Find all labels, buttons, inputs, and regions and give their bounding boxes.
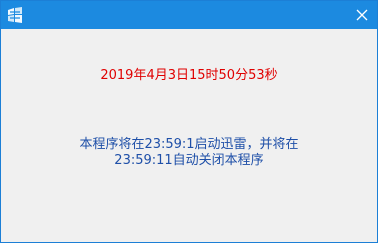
app-window: 2019年4月3日15时50分53秒 本程序将在23:59:1启动迅雷，并将在 … bbox=[0, 0, 378, 243]
title-bar[interactable] bbox=[1, 1, 377, 29]
close-button[interactable] bbox=[347, 1, 377, 29]
app-logo-icon bbox=[5, 5, 25, 25]
current-datetime-label: 2019年4月3日15时50分53秒 bbox=[100, 68, 278, 83]
schedule-message: 本程序将在23:59:1启动迅雷，并将在 23:59:11自动关闭本程序 bbox=[2, 137, 376, 169]
schedule-message-line-1: 本程序将在23:59:1启动迅雷，并将在 bbox=[79, 137, 299, 152]
close-icon bbox=[356, 9, 368, 21]
schedule-message-line-2: 23:59:11自动关闭本程序 bbox=[114, 153, 264, 168]
client-area: 2019年4月3日15时50分53秒 本程序将在23:59:1启动迅雷，并将在 … bbox=[2, 29, 376, 241]
